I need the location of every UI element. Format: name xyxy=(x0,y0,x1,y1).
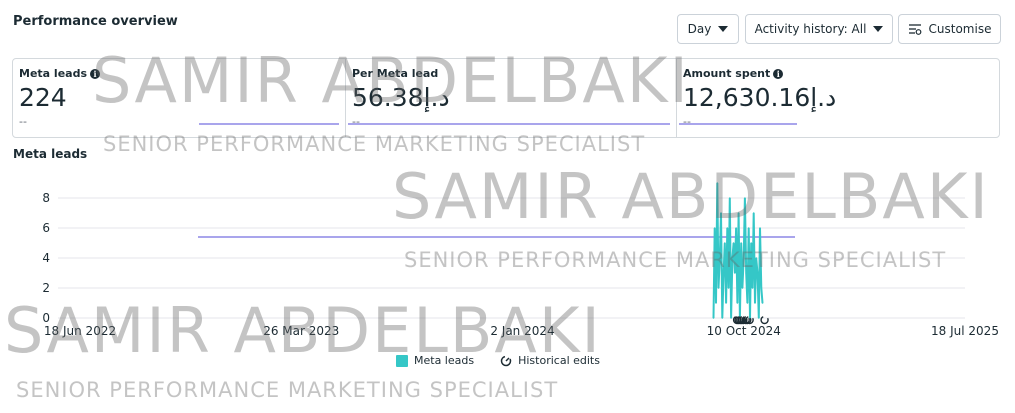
metric-value: 56.38د.إ xyxy=(352,83,450,112)
data-point xyxy=(742,257,745,259)
page-title: Performance overview xyxy=(13,14,178,29)
metric-delta: -- xyxy=(683,115,691,128)
data-point xyxy=(756,272,759,274)
data-point xyxy=(724,242,726,244)
activity-history-label: Activity history: All xyxy=(754,22,867,36)
y-tick-label: 8 xyxy=(42,191,50,205)
chevron-down-icon xyxy=(718,26,729,32)
chart-legend: Meta leads Historical edits xyxy=(396,354,600,367)
data-point xyxy=(729,197,731,199)
data-point xyxy=(759,227,761,229)
data-point xyxy=(713,227,716,229)
metric-underline xyxy=(679,123,797,125)
data-point xyxy=(740,242,742,244)
info-icon[interactable]: i xyxy=(90,68,100,79)
metric-value: 12,630.16د.إ xyxy=(683,83,837,112)
y-tick-label: 6 xyxy=(42,221,50,235)
data-point xyxy=(735,227,737,229)
data-point xyxy=(746,302,749,304)
activity-history-dropdown[interactable]: Activity history: All xyxy=(745,14,893,44)
data-point xyxy=(712,317,715,319)
y-tick-label: 0 xyxy=(42,311,50,325)
metric-value: 224 xyxy=(19,83,67,112)
day-dropdown-label: Day xyxy=(687,22,712,36)
customise-label: Customise xyxy=(928,22,992,36)
x-tick-label: 10 Oct 2024 xyxy=(707,324,781,338)
metric-meta-leads[interactable]: Meta leads i 224 -- xyxy=(13,59,345,137)
data-point xyxy=(751,287,754,289)
meta-leads-chart[interactable]: 0 2 4 6 8 18 Jun 2022 26 Mar 2023 2 Jan 2024 10 … xyxy=(0,170,1015,345)
historical-edit-icon xyxy=(500,355,512,366)
metric-label: Per Meta lead xyxy=(352,67,439,80)
data-point xyxy=(715,302,717,304)
data-point xyxy=(754,302,756,304)
legend-edits-label: Historical edits xyxy=(518,354,600,367)
data-point xyxy=(717,287,720,289)
x-tick-label: 2 Jan 2024 xyxy=(490,324,554,338)
legend-swatch xyxy=(396,354,408,367)
metric-delta: -- xyxy=(19,115,27,128)
data-point xyxy=(750,242,753,244)
data-point xyxy=(721,317,724,319)
y-tick-label: 4 xyxy=(42,251,50,265)
data-point xyxy=(757,317,760,319)
customise-icon xyxy=(908,24,921,35)
metric-underline xyxy=(199,123,339,125)
x-tick-label: 26 Mar 2023 xyxy=(263,324,339,338)
data-point xyxy=(718,257,721,259)
metric-per-meta-lead[interactable]: Per Meta lead 56.38د.إ -- xyxy=(346,59,676,137)
data-point xyxy=(716,182,719,184)
info-icon[interactable]: i xyxy=(773,68,784,79)
metrics-panel: Meta leads i 224 -- Per Meta lead 56.38د… xyxy=(12,58,1000,138)
data-point xyxy=(737,212,740,214)
data-point xyxy=(734,272,736,274)
data-point xyxy=(730,317,732,319)
day-dropdown[interactable]: Day xyxy=(677,14,739,44)
data-point xyxy=(741,287,744,289)
x-tick-label: 18 Jun 2022 xyxy=(44,324,116,338)
data-point xyxy=(736,302,739,304)
data-point xyxy=(760,287,763,289)
data-point xyxy=(720,212,722,214)
y-tick-label: 2 xyxy=(42,281,50,295)
data-point xyxy=(731,257,734,259)
data-point xyxy=(726,227,729,229)
x-tick-label: 18 Jul 2025 xyxy=(931,324,999,338)
customise-button[interactable]: Customise xyxy=(898,14,1001,44)
metric-label: Meta leads i xyxy=(19,67,100,80)
data-point xyxy=(725,302,727,304)
chevron-down-icon xyxy=(873,26,884,32)
data-point xyxy=(744,197,746,199)
series-line xyxy=(712,182,764,319)
metric-amount-spent[interactable]: Amount spent i 12,630.16د.إ -- xyxy=(677,59,999,137)
metric-underline xyxy=(348,123,670,125)
data-point xyxy=(755,257,758,259)
metric-delta: -- xyxy=(352,115,360,128)
data-point xyxy=(727,287,730,289)
data-point xyxy=(747,227,750,229)
data-point xyxy=(745,272,747,274)
data-point xyxy=(761,302,764,304)
metric-label: Amount spent i xyxy=(683,67,784,80)
watermark-role: SENIOR PERFORMANCE MARKETING SPECIALIST xyxy=(16,378,559,402)
data-point xyxy=(732,242,735,244)
legend-series-label: Meta leads xyxy=(414,354,475,367)
data-point xyxy=(752,212,755,214)
data-point xyxy=(722,272,725,274)
chart-title: Meta leads xyxy=(13,147,88,161)
